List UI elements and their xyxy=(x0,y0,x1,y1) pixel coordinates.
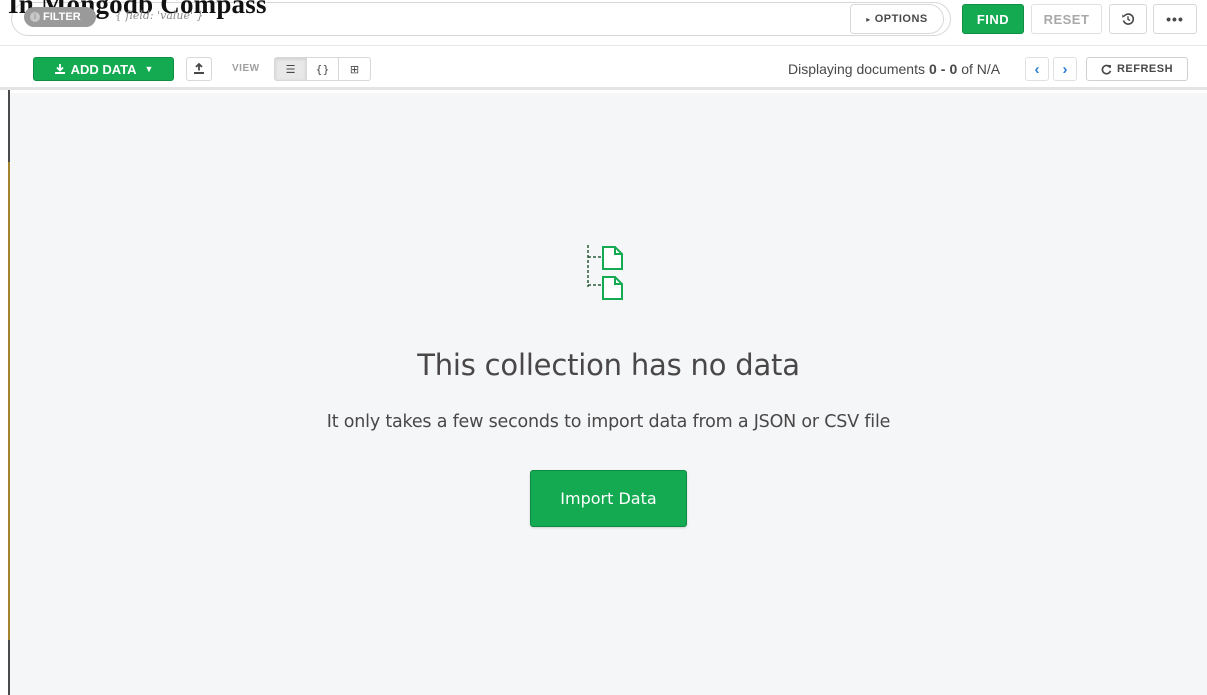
add-data-label: ADD DATA xyxy=(70,61,137,77)
view-switcher: ☰ {} ⊞ xyxy=(274,57,371,81)
caret-down-icon: ▼ xyxy=(144,64,154,74)
find-button[interactable]: FIND xyxy=(962,4,1024,34)
more-options-button[interactable]: ••• xyxy=(1153,4,1197,34)
export-button[interactable] xyxy=(186,57,212,81)
next-page-button[interactable]: › xyxy=(1053,57,1077,81)
document-count: Displaying documents 0 - 0 of N/A xyxy=(788,61,1000,77)
displaying-prefix: Displaying documents xyxy=(788,61,925,77)
history-button[interactable] xyxy=(1109,4,1147,34)
braces-icon: {} xyxy=(315,62,330,76)
range-start: 0 xyxy=(928,61,937,77)
history-icon xyxy=(1122,13,1135,25)
refresh-label: REFRESH xyxy=(1116,63,1174,75)
list-icon: ☰ xyxy=(285,62,296,76)
chevron-right-icon: › xyxy=(1062,60,1068,78)
prev-page-button[interactable]: ‹ xyxy=(1025,57,1049,81)
table-icon: ⊞ xyxy=(349,62,360,76)
filter-badge[interactable]: i FILTER xyxy=(24,7,96,27)
download-icon xyxy=(54,64,65,74)
upload-icon xyxy=(194,63,204,74)
add-data-button[interactable]: ADD DATA ▼ xyxy=(33,57,174,81)
documents-empty-state: This collection has no data It only take… xyxy=(10,93,1207,695)
reset-button[interactable]: RESET xyxy=(1031,4,1102,34)
options-button[interactable]: ▸ OPTIONS xyxy=(850,4,944,34)
filter-placeholder: { field: 'value' } xyxy=(115,9,204,22)
view-list-button[interactable]: ☰ xyxy=(274,57,307,81)
refresh-button[interactable]: REFRESH xyxy=(1086,57,1188,81)
caret-right-icon: ▸ xyxy=(866,14,871,24)
view-label: VIEW xyxy=(232,63,260,74)
info-icon: i xyxy=(30,12,40,22)
range-end: 0 xyxy=(949,61,958,77)
of-total: of N/A xyxy=(961,61,1001,77)
empty-state-subtitle: It only takes a few seconds to import da… xyxy=(326,412,891,432)
filter-badge-label: FILTER xyxy=(43,11,81,23)
range-separator: - xyxy=(940,61,946,77)
pager: ‹ › xyxy=(1025,57,1077,81)
view-table-button[interactable]: ⊞ xyxy=(338,57,371,81)
empty-collection-icon xyxy=(587,245,623,300)
import-data-button[interactable]: Import Data xyxy=(530,470,687,527)
chevron-left-icon: ‹ xyxy=(1034,60,1040,78)
documents-toolbar: ADD DATA ▼ VIEW ☰ {} ⊞ Displaying docume… xyxy=(0,47,1207,90)
options-label: OPTIONS xyxy=(874,13,928,25)
refresh-icon xyxy=(1101,64,1112,75)
empty-state-title: This collection has no data xyxy=(417,348,800,382)
view-json-button[interactable]: {} xyxy=(306,57,339,81)
